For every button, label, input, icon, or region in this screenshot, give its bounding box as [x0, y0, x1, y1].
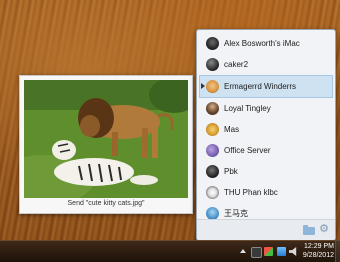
contact-item[interactable]: Pbk — [200, 161, 332, 182]
cartoon-face-avatar-icon — [206, 80, 219, 93]
panda-avatar-icon — [206, 186, 219, 199]
folder-icon[interactable] — [303, 224, 315, 235]
app-tray-icon[interactable] — [251, 247, 262, 258]
contact-list: Alex Bosworth's iMac caker2 Ermagerrd Wi… — [197, 33, 335, 224]
flag-icon[interactable] — [264, 247, 273, 256]
contact-name: caker2 — [224, 60, 249, 69]
network-icon[interactable] — [277, 247, 286, 256]
contact-item[interactable]: caker2 — [200, 54, 332, 75]
contact-item[interactable]: Mas — [200, 119, 332, 140]
people-panel: Alex Bosworth's iMac caker2 Ermagerrd Wi… — [196, 29, 336, 241]
volume-icon[interactable] — [289, 247, 297, 256]
contact-item[interactable]: THU Phan klbc — [200, 182, 332, 203]
contact-item-selected[interactable]: Ermagerrd Winderrs — [199, 75, 333, 98]
share-preview-card: Send "cute kitty cats.jpg" — [19, 75, 193, 214]
taskbar: 12:29 PM 9/28/2012 — [0, 240, 340, 262]
show-hidden-icons-icon[interactable] — [240, 249, 246, 253]
contact-name: Pbk — [224, 167, 238, 176]
contact-name: Office Server — [224, 146, 271, 155]
contact-item[interactable]: Loyal Tingley — [200, 98, 332, 119]
contact-name: Loyal Tingley — [224, 104, 271, 113]
contact-name: Mas — [224, 125, 240, 134]
contact-item[interactable]: Alex Bosworth's iMac — [200, 33, 332, 54]
selected-arrow-icon — [201, 83, 205, 89]
clock-time: 12:29 PM — [304, 243, 334, 250]
spiky-dark-avatar-icon — [206, 37, 219, 50]
contact-name: 王马克 — [224, 209, 248, 218]
contact-name: Alex Bosworth's iMac — [224, 39, 300, 48]
person-avatar-icon — [206, 102, 219, 115]
contact-name: Ermagerrd Winderrs — [224, 82, 297, 91]
dog-avatar-icon — [206, 123, 219, 136]
lion-and-tiger-photo — [24, 80, 188, 198]
contact-name: THU Phan klbc — [224, 188, 278, 197]
gear-icon[interactable]: ⚙ — [318, 224, 330, 235]
preview-caption: Send "cute kitty cats.jpg" — [67, 200, 145, 207]
dark-avatar-icon — [206, 165, 219, 178]
panel-footer: ⚙ — [197, 219, 335, 240]
dark-avatar-icon — [206, 58, 219, 71]
show-desktop-button[interactable] — [335, 241, 340, 262]
taskbar-clock[interactable]: 12:29 PM 9/28/2012 — [303, 242, 334, 260]
server-avatar-icon — [206, 144, 219, 157]
preview-image — [24, 80, 188, 198]
clock-date: 9/28/2012 — [302, 252, 334, 259]
contact-item[interactable]: Office Server — [200, 140, 332, 161]
